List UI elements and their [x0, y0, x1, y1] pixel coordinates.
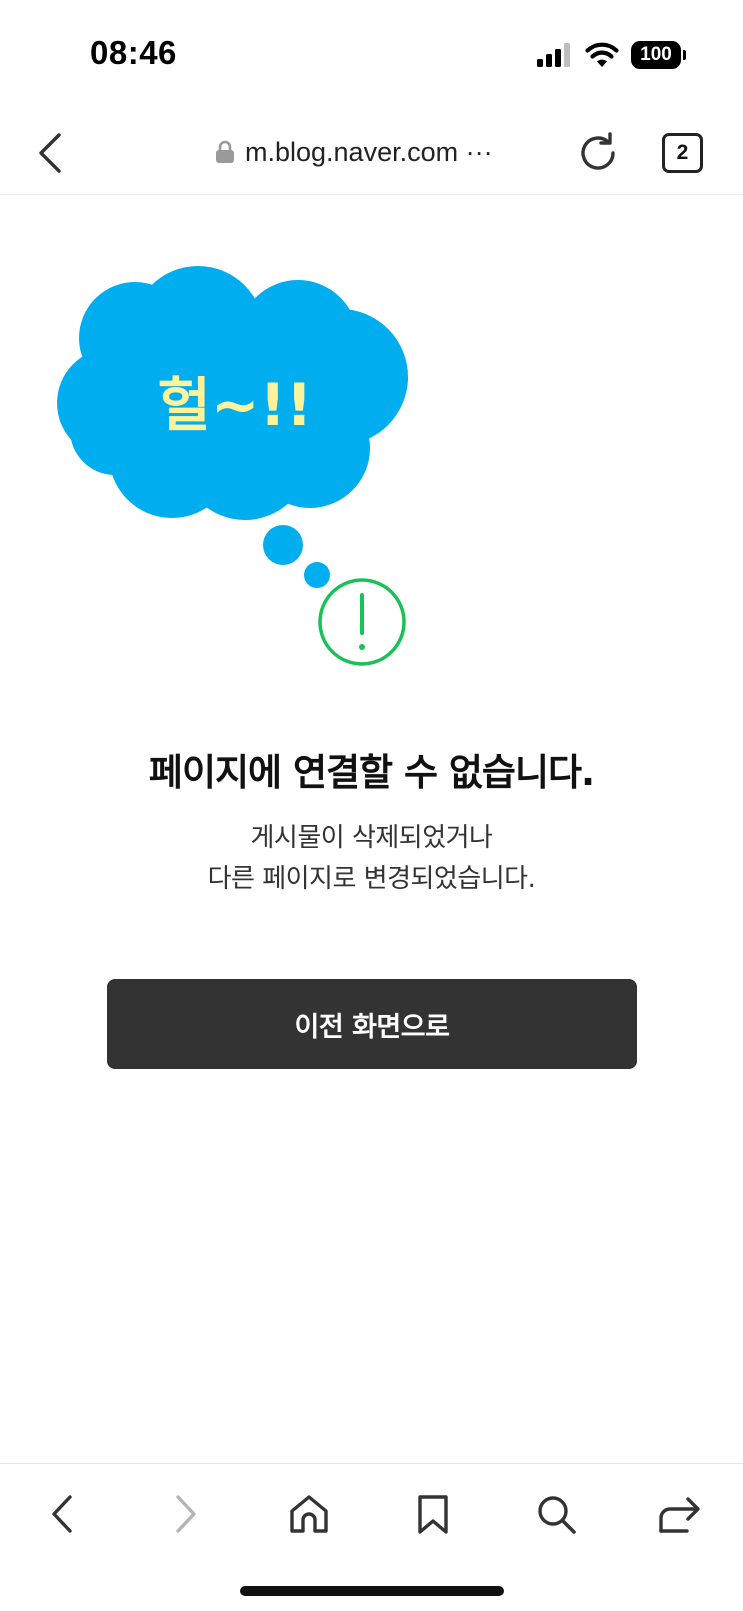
lock-icon [216, 140, 234, 163]
reload-icon [581, 132, 615, 170]
search-icon [538, 1496, 576, 1534]
address-field[interactable]: m.blog.naver.com ··· [215, 134, 493, 170]
toolbar-back-button[interactable] [34, 1486, 90, 1542]
back-button[interactable] [30, 128, 70, 178]
error-illustration: 헐~!! [57, 266, 408, 666]
alert-icon [318, 578, 406, 666]
back-icon [39, 133, 61, 173]
toolbar-bookmark-button[interactable] [405, 1486, 461, 1542]
go-back-button[interactable]: 이전 화면으로 [107, 979, 637, 1069]
thought-dot-large [263, 525, 303, 565]
status-bar: 08:46 100 [0, 0, 743, 110]
thought-dot-small [304, 562, 330, 588]
toolbar-home-button[interactable] [281, 1486, 337, 1542]
reload-button[interactable] [575, 130, 621, 176]
battery-icon: 100 [631, 41, 686, 69]
bubble-text: 헐~!! [158, 371, 313, 439]
status-time: 08:46 [90, 34, 177, 71]
signal-icon [537, 43, 570, 67]
tabs-button[interactable]: 2 [662, 133, 703, 173]
forward-icon [176, 1495, 196, 1533]
url-text: m.blog.naver.com ··· [245, 136, 493, 167]
bookmark-icon [418, 1495, 448, 1534]
toolbar-search-button[interactable] [528, 1486, 584, 1542]
home-icon [290, 1495, 328, 1533]
error-description-line1: 게시물이 삭제되었거나 [250, 823, 493, 853]
url-bar: m.blog.naver.com ··· 2 [0, 110, 743, 195]
back-icon [52, 1495, 72, 1533]
status-icons: 100 [537, 40, 686, 70]
share-icon [659, 1497, 700, 1533]
toolbar-share-button[interactable] [652, 1486, 708, 1542]
error-description: 게시물이 삭제되었거나 다른 페이지로 변경되었습니다. [0, 818, 743, 900]
error-description-line2: 다른 페이지로 변경되었습니다. [207, 864, 536, 894]
home-indicator [240, 1586, 504, 1596]
error-title: 페이지에 연결할 수 없습니다. [148, 751, 595, 794]
wifi-icon [585, 42, 619, 67]
toolbar-forward-button[interactable] [158, 1486, 214, 1542]
